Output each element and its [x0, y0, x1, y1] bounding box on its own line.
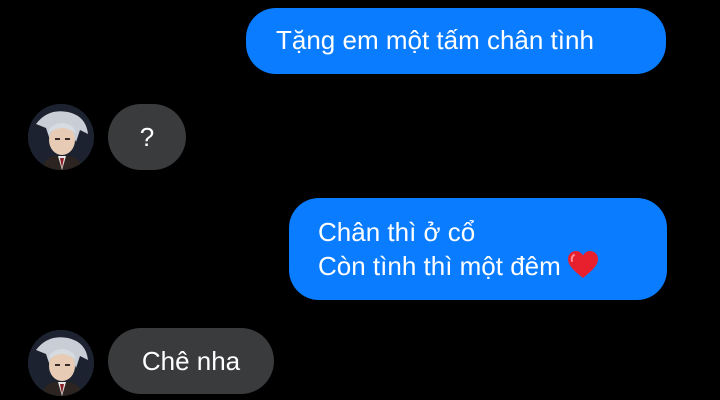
contact-avatar[interactable]: [28, 330, 94, 396]
avatar-image: [28, 104, 94, 170]
message-text: ?: [139, 122, 155, 152]
red-heart-icon: [567, 251, 598, 278]
outgoing-message-bubble[interactable]: Chân thì ở cổ Còn tình thì một đêm: [289, 198, 667, 300]
message-text-line-1: Chân thì ở cổ: [318, 217, 476, 247]
incoming-message-bubble[interactable]: ?: [108, 104, 186, 170]
chat-thread: Tặng em một tấm chân tình ? Chân thì ở c…: [0, 0, 720, 400]
message-text: Chê nha: [141, 346, 241, 376]
incoming-message-bubble[interactable]: Chê nha: [108, 328, 274, 394]
message-text: Tặng em một tấm chân tình: [276, 25, 594, 55]
message-text-line-2: Còn tình thì một đêm: [318, 249, 667, 283]
message-text: Còn tình thì một đêm: [318, 251, 561, 281]
avatar-image: [28, 330, 94, 396]
contact-avatar[interactable]: [28, 104, 94, 170]
outgoing-message-bubble[interactable]: Tặng em một tấm chân tình: [246, 8, 666, 74]
